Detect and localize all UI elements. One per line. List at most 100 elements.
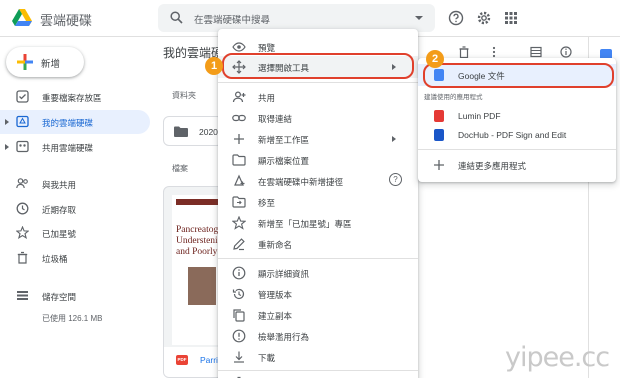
star-icon: [232, 216, 246, 230]
sidebar-item-label: 儲存空間: [42, 292, 77, 302]
menu-item-label: 取得連結: [258, 114, 293, 124]
copy-icon: [233, 309, 245, 322]
sidebar-item-my-drive[interactable]: 我的雲端硬碟: [0, 110, 150, 134]
file-name: Parri: [200, 355, 218, 365]
expand-arrow-icon[interactable]: [5, 144, 9, 150]
sidebar-item-recent[interactable]: 近期存取: [0, 197, 150, 221]
list-view-icon[interactable]: [530, 46, 542, 58]
sidebar-item-shared-with-me[interactable]: 與我共用: [0, 172, 150, 196]
thumbnail-title: Pancreatog Understeni and Poorly: [176, 225, 219, 257]
thumbnail-header-bar: [176, 199, 222, 205]
menu-item-move-to[interactable]: 移至: [218, 191, 418, 213]
watermark: yipee.cc: [505, 342, 610, 373]
sidebar-item-label: 垃圾桶: [42, 254, 68, 264]
menu-item-add-shortcut[interactable]: 在雲端硬碟中新增捷徑 ?: [218, 170, 418, 192]
menu-item-download[interactable]: 下載: [218, 346, 418, 368]
apps-grid-icon[interactable]: [503, 10, 519, 26]
file-card[interactable]: Pancreatog Understeni and Poorly PDF Par…: [163, 186, 223, 378]
menu-item-label: 在雲端硬碟中新增捷徑: [258, 177, 344, 187]
submenu-item-label: 連結更多應用程式: [458, 161, 527, 171]
expand-arrow-icon[interactable]: [5, 119, 9, 125]
menu-item-label: 檢舉濫用行為: [258, 332, 310, 342]
history-icon: [232, 288, 245, 300]
menu-item-make-copy[interactable]: 建立副本: [218, 304, 418, 326]
sidebar-item-label: 重要檔案存放區: [42, 93, 102, 103]
pencil-icon: [233, 238, 245, 251]
shortcut-icon: [234, 174, 245, 186]
search-input[interactable]: 在雲端硬碟中搜尋: [194, 12, 270, 26]
plus-icon: [234, 134, 244, 144]
annotation-badge-1: 1: [205, 57, 223, 75]
menu-item-remove[interactable]: 移除: [218, 372, 418, 378]
menu-item-add-to-workspace[interactable]: 新增至工作區: [218, 128, 418, 150]
clock-icon: [16, 202, 29, 215]
app-title[interactable]: 雲端硬碟: [40, 10, 92, 29]
report-icon: [232, 329, 246, 343]
search-bar[interactable]: 在雲端硬碟中搜尋: [158, 4, 435, 32]
chevron-right-icon: [392, 136, 396, 142]
menu-item-label: 顯示詳細資訊: [258, 269, 310, 279]
folder-item[interactable]: 2020: [163, 116, 223, 146]
sidebar-item-label: 近期存取: [42, 205, 77, 215]
sidebar-item-label: 共用雲端硬碟: [42, 143, 94, 153]
download-icon: [234, 351, 244, 363]
more-vert-icon[interactable]: [488, 46, 500, 58]
menu-item-manage-versions[interactable]: 管理版本: [218, 283, 418, 305]
trash-icon: [17, 251, 28, 264]
sidebar-item-shared-drives[interactable]: 共用雲端硬碟: [0, 135, 150, 159]
search-icon[interactable]: [170, 11, 183, 24]
menu-divider: [218, 258, 418, 259]
submenu-item-label: DocHub - PDF Sign and Edit: [458, 130, 567, 140]
menu-item-show-location[interactable]: 顯示檔案位置: [218, 149, 418, 171]
new-button[interactable]: 新增: [6, 47, 84, 77]
menu-item-label: 重新命名: [258, 240, 293, 250]
menu-item-share[interactable]: 共用: [218, 86, 418, 108]
sidebar-item-trash[interactable]: 垃圾桶: [0, 246, 150, 270]
settings-gear-icon[interactable]: [476, 10, 492, 26]
sidebar-item-label: 已加星號: [42, 229, 77, 239]
annotation-badge-2: 2: [426, 50, 444, 68]
sidebar-item-priority[interactable]: 重要檔案存放區: [0, 85, 150, 109]
shared-drives-icon: [16, 140, 29, 153]
menu-item-label: 管理版本: [258, 290, 293, 300]
eye-icon: [232, 42, 246, 52]
menu-divider: [218, 370, 418, 371]
pdf-icon: PDF: [176, 355, 188, 365]
search-options-icon[interactable]: [415, 16, 423, 20]
trash-icon[interactable]: [458, 46, 470, 58]
menu-item-report-abuse[interactable]: 檢舉濫用行為: [218, 325, 418, 347]
context-menu: 預覽 選擇開啟工具 共用 取得連結 新增至工作區 顯示檔案位置 在雲端硬碟中新增…: [218, 29, 418, 378]
menu-item-add-star[interactable]: 新增至「已加星號」專區: [218, 212, 418, 234]
menu-item-rename[interactable]: 重新命名: [218, 233, 418, 255]
sidebar-item-storage[interactable]: 儲存空間: [0, 284, 150, 308]
lumin-pdf-icon: [434, 110, 444, 122]
menu-item-get-link[interactable]: 取得連結: [218, 107, 418, 129]
priority-icon: [16, 90, 29, 103]
sidebar-item-label: 與我共用: [42, 180, 77, 190]
annotation-highlight-open-with: [222, 53, 414, 79]
menu-item-label: 共用: [258, 93, 276, 103]
folder-outline-icon: [232, 154, 246, 166]
help-icon[interactable]: [448, 10, 464, 26]
drive-logo[interactable]: [12, 9, 32, 27]
files-section-label: 檔案: [172, 164, 188, 173]
submenu-item-connect-more[interactable]: 連結更多應用程式: [418, 154, 616, 176]
submenu-item-dochub[interactable]: DocHub - PDF Sign and Edit: [418, 124, 616, 146]
new-button-label: 新增: [41, 59, 61, 70]
person-add-icon: [232, 91, 246, 103]
colored-plus-icon: [17, 54, 33, 70]
file-thumbnail: Pancreatog Understeni and Poorly: [172, 195, 222, 345]
menu-item-label: 顯示檔案位置: [258, 156, 310, 166]
menu-item-label: 新增至「已加星號」專區: [258, 219, 352, 229]
link-icon: [232, 114, 246, 122]
sidebar-item-starred[interactable]: 已加星號: [0, 221, 150, 245]
menu-divider: [418, 149, 616, 150]
my-drive-icon: [16, 115, 29, 128]
sidebar-item-label: 我的雲端硬碟: [42, 118, 94, 128]
menu-item-label: 下載: [258, 353, 276, 363]
info-icon[interactable]: [560, 46, 572, 58]
help-circle-icon[interactable]: ?: [389, 173, 402, 186]
menu-item-details[interactable]: 顯示詳細資訊: [218, 262, 418, 284]
storage-icon: [17, 291, 28, 300]
annotation-highlight-google-docs: [423, 63, 614, 88]
